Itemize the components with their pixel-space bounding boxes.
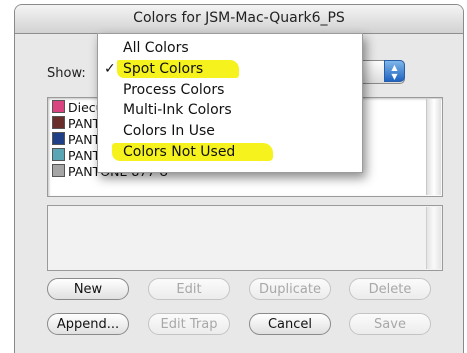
menu-item-process-colors[interactable]: Process Colors (98, 81, 362, 101)
color-name: PANT (68, 148, 101, 163)
window-title: Colors for JSM-Mac-Quark6_PS (133, 10, 345, 26)
menu-item-spot-colors[interactable]: ✓ Spot Colors (98, 60, 362, 80)
title-bar[interactable]: Colors for JSM-Mac-Quark6_PS (15, 5, 463, 34)
popup-arrows-icon[interactable]: ▲ ▼ (384, 60, 405, 82)
edit-button[interactable]: Edit (148, 278, 230, 300)
append-button[interactable]: Append... (47, 313, 129, 335)
color-swatch (52, 116, 65, 129)
color-swatch (52, 148, 65, 161)
menu-item-colors-in-use[interactable]: Colors In Use (98, 122, 362, 142)
delete-button[interactable]: Delete (349, 278, 431, 300)
new-button[interactable]: New (47, 278, 129, 300)
color-list-item[interactable]: PANT (52, 132, 100, 148)
menu-item-multi-ink-colors[interactable]: Multi-Ink Colors (98, 101, 362, 121)
color-name: PANT (68, 132, 101, 147)
save-button[interactable]: Save (349, 313, 431, 335)
edit-trap-button[interactable]: Edit Trap (148, 313, 230, 335)
duplicate-button[interactable]: Duplicate (249, 278, 331, 300)
list-scrollbar[interactable] (426, 99, 441, 195)
color-description-box (47, 205, 443, 271)
menu-item-colors-not-used[interactable]: Colors Not Used (98, 143, 362, 163)
show-dropdown-menu: All Colors ✓ Spot Colors Process Colors … (97, 33, 363, 173)
color-list-item[interactable]: PANT (52, 116, 100, 132)
color-list-item[interactable]: PANT (52, 148, 100, 164)
menu-item-all-colors[interactable]: All Colors (98, 39, 362, 59)
show-label: Show: (47, 66, 86, 81)
color-swatch (52, 132, 65, 145)
cancel-button[interactable]: Cancel (249, 313, 331, 335)
description-scrollbar[interactable] (426, 207, 441, 269)
check-mark-icon: ✓ (104, 61, 116, 77)
color-swatch (52, 164, 65, 177)
color-swatch (52, 100, 65, 113)
color-name: PANT (68, 116, 101, 131)
